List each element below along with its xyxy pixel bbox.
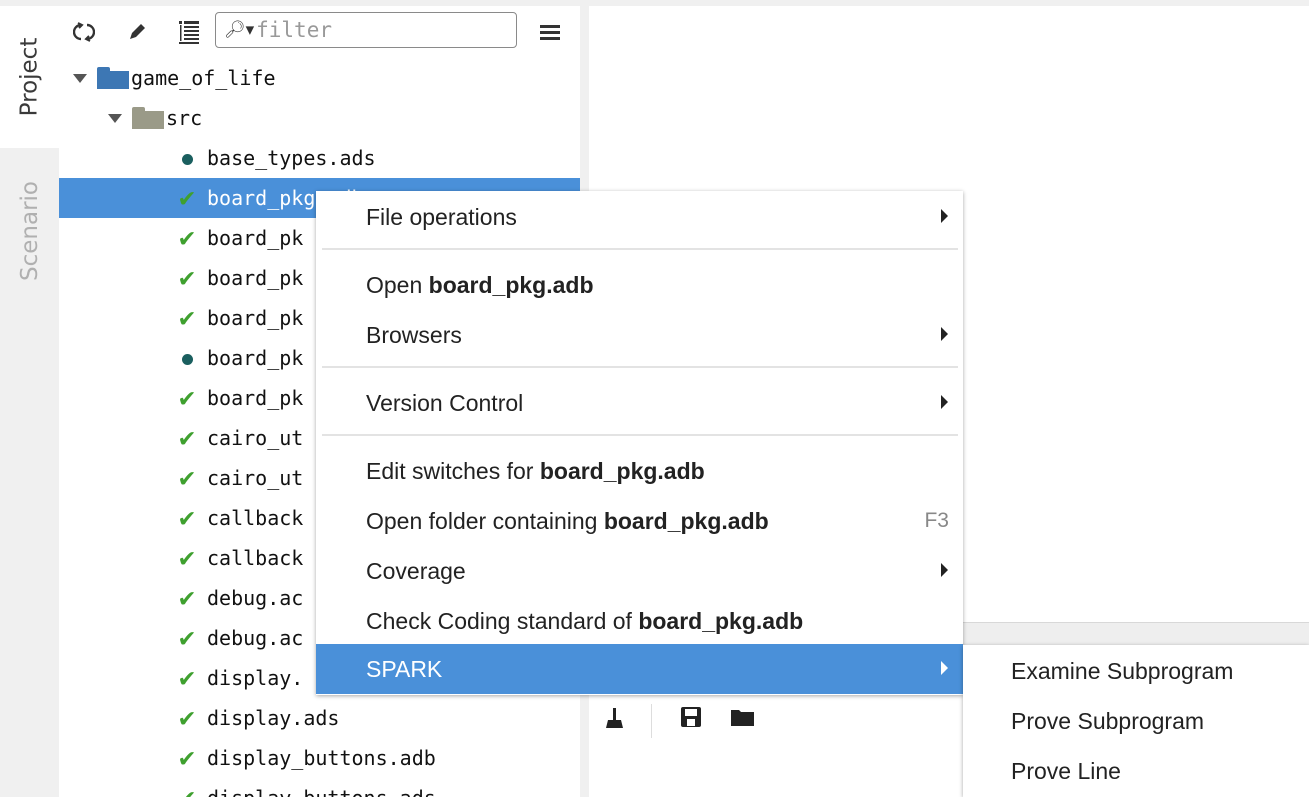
file-name: board_pk <box>207 346 304 370</box>
tab-project[interactable]: Project <box>0 6 59 148</box>
menu-item-coverage[interactable]: Coverage <box>316 546 963 596</box>
menu-item-open-folder[interactable]: Open folder containing board_pkg.adb F3 <box>316 496 963 546</box>
menu-item-check-coding-standard[interactable]: Check Coding standard of board_pkg.adb <box>316 596 963 646</box>
file-name: callback <box>207 506 304 530</box>
expand-arrow-icon[interactable] <box>108 113 122 123</box>
check-icon: ✔ <box>179 263 195 293</box>
submenu-arrow-icon <box>941 209 948 223</box>
expand-arrow-icon[interactable] <box>73 73 87 83</box>
file-row[interactable]: ✔ display_buttons.ads <box>59 778 580 797</box>
tab-project-label: Project <box>16 37 43 117</box>
filter-input[interactable] <box>256 18 487 42</box>
check-icon: ✔ <box>179 703 195 733</box>
tree-node-project[interactable]: game_of_life <box>59 58 580 98</box>
check-icon: ✔ <box>179 503 195 533</box>
folder-icon <box>132 107 164 129</box>
context-menu: File operations Open board_pkg.adb Brows… <box>316 191 963 695</box>
project-folder-icon <box>97 67 129 89</box>
file-name: display_buttons.ads <box>207 786 436 797</box>
horizontal-splitter[interactable] <box>961 622 1309 646</box>
check-icon: ✔ <box>179 383 195 413</box>
file-name: debug.ac <box>207 586 304 610</box>
folder-name: src <box>166 106 203 130</box>
menu-item-spark[interactable]: SPARK <box>316 644 963 694</box>
menu-separator <box>322 434 958 436</box>
file-name: board_pk <box>207 386 304 410</box>
list-icon[interactable] <box>174 17 204 47</box>
menu-item-examine-subprogram[interactable]: Examine Subprogram <box>963 646 1309 696</box>
menu-separator <box>322 248 958 250</box>
save-icon[interactable] <box>680 706 702 733</box>
status-dot-icon <box>173 346 201 370</box>
file-name: base_types.ads <box>207 146 376 170</box>
tab-scenario-label: Scenario <box>16 181 43 281</box>
file-name: callback <box>207 546 304 570</box>
file-name: display.ads <box>207 706 340 730</box>
pencil-icon[interactable] <box>122 17 152 47</box>
check-icon: ✔ <box>179 223 195 253</box>
check-icon: ✔ <box>179 423 195 453</box>
file-name: board_pk <box>207 226 304 250</box>
project-name: game_of_life <box>131 66 276 90</box>
file-name: board_pk <box>207 306 304 330</box>
check-icon: ✔ <box>179 463 195 493</box>
check-icon: ✔ <box>179 583 195 613</box>
menu-item-file-operations[interactable]: File operations <box>316 192 963 242</box>
file-row[interactable]: ✔ display_buttons.adb <box>59 738 580 778</box>
folder-open-icon[interactable] <box>730 706 756 733</box>
submenu-arrow-icon <box>941 563 948 577</box>
check-icon: ✔ <box>179 743 195 773</box>
file-name: cairo_ut <box>207 426 304 450</box>
menu-item-version-control[interactable]: Version Control <box>316 378 963 428</box>
file-name: debug.ac <box>207 626 304 650</box>
spark-submenu: Examine Subprogram Prove Subprogram Prov… <box>963 645 1309 797</box>
check-icon: ✔ <box>179 183 195 213</box>
toolbar-divider <box>651 704 652 738</box>
hamburger-menu-icon[interactable] <box>535 17 565 47</box>
file-name: display. <box>207 666 304 690</box>
menu-item-open-file[interactable]: Open board_pkg.adb <box>316 260 963 310</box>
menu-item-edit-switches[interactable]: Edit switches for board_pkg.adb <box>316 446 963 496</box>
check-icon: ✔ <box>179 663 195 693</box>
broom-icon[interactable] <box>604 706 626 735</box>
file-row[interactable]: base_types.ads <box>59 138 580 178</box>
submenu-arrow-icon <box>941 327 948 341</box>
search-dropdown-icon[interactable]: 🔎︎▾ <box>224 20 254 40</box>
file-name: display_buttons.adb <box>207 746 436 770</box>
check-icon: ✔ <box>179 623 195 653</box>
menu-item-prove-line[interactable]: Prove Line <box>963 746 1309 796</box>
submenu-arrow-icon <box>941 661 948 675</box>
submenu-arrow-icon <box>941 395 948 409</box>
file-name: cairo_ut <box>207 466 304 490</box>
tree-node-folder[interactable]: src <box>59 98 580 138</box>
check-icon: ✔ <box>173 783 201 797</box>
shortcut-label: F3 <box>924 509 949 532</box>
menu-item-prove-subprogram[interactable]: Prove Subprogram <box>963 696 1309 746</box>
file-row[interactable]: ✔ display.ads <box>59 698 580 738</box>
status-dot-icon <box>173 146 201 170</box>
refresh-icon[interactable] <box>69 17 99 47</box>
menu-separator <box>322 366 958 368</box>
project-toolbar: 🔎︎▾ <box>59 6 580 58</box>
filter-field[interactable]: 🔎︎▾ <box>215 12 517 48</box>
tab-scenario[interactable]: Scenario <box>0 156 59 306</box>
menu-item-browsers[interactable]: Browsers <box>316 310 963 360</box>
check-icon: ✔ <box>179 303 195 333</box>
side-tab-bar: Project Scenario <box>0 6 59 797</box>
check-icon: ✔ <box>179 543 195 573</box>
file-name: board_pk <box>207 266 304 290</box>
